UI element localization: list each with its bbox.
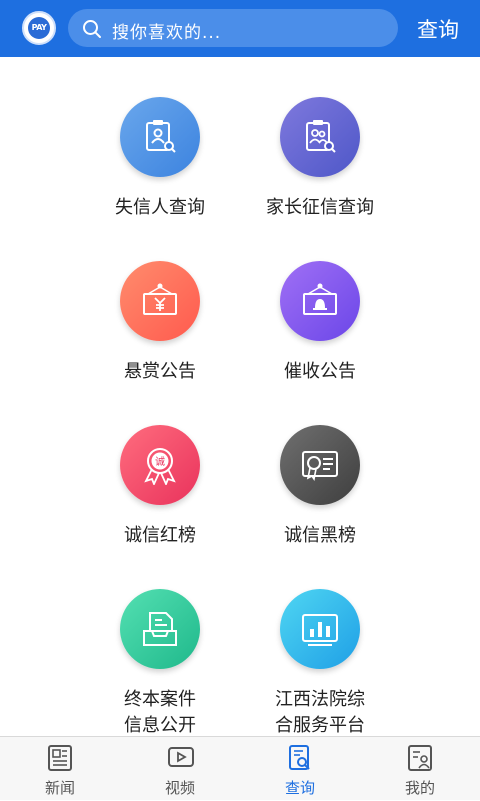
tab-label: 查询: [284, 779, 315, 797]
bottom-tab-bar: 新闻 视频 查询 我的: [0, 736, 480, 800]
menu-icon-circle: [280, 97, 360, 177]
menu-icon-circle: [280, 589, 360, 669]
menu-icon-circle: [280, 425, 360, 505]
menu-icon-circle: [280, 261, 360, 341]
search-placeholder: 搜你喜欢的...: [112, 23, 222, 43]
menu-label: 诚信黑榜: [284, 525, 356, 546]
family-badge-search-icon: [306, 120, 336, 153]
logo-text: PAY: [31, 23, 47, 32]
id-badge-search-icon: [146, 120, 176, 153]
top-bar: PAY 搜你喜欢的... 查询: [0, 0, 480, 57]
bell-sign-board-icon: [303, 283, 337, 315]
tab-label: 我的: [404, 779, 435, 797]
menu-icon-circle: [120, 261, 200, 341]
menu-icon-circle: [120, 589, 200, 669]
newspaper-icon: [48, 745, 72, 771]
menu-label: 催收公告: [284, 361, 356, 382]
honor-medal-icon: 诚: [144, 448, 176, 485]
query-button[interactable]: 查询: [410, 14, 466, 44]
tab-query[interactable]: 查询: [240, 737, 360, 801]
inbox-document-icon: [143, 612, 177, 646]
menu-label-multiline: 江西法院综 合服务平台: [240, 687, 400, 739]
menu-label: 诚信红榜: [124, 525, 196, 546]
svg-text:诚: 诚: [155, 456, 165, 468]
tab-news[interactable]: 新闻: [0, 737, 120, 801]
tab-label: 新闻: [44, 779, 75, 797]
search-input[interactable]: 搜你喜欢的...: [68, 9, 398, 47]
tab-video[interactable]: 视频: [120, 737, 240, 801]
service-grid: 失信人查询 家长征信查询 悬赏公告 催收公告 诚 诚信红榜 诚信黑榜 终本案件 …: [0, 57, 480, 736]
video-play-icon: [168, 747, 194, 767]
menu-icon-circle: 诚: [120, 425, 200, 505]
tab-mine[interactable]: 我的: [360, 737, 480, 801]
menu-label: 悬赏公告: [124, 361, 196, 382]
tab-label: 视频: [164, 779, 195, 797]
app-logo[interactable]: PAY: [22, 11, 56, 45]
certificate-seal-icon: [302, 451, 338, 482]
menu-label-multiline: 终本案件 信息公开: [80, 687, 240, 739]
bar-chart-board-icon: [302, 614, 338, 646]
profile-card-icon: [408, 745, 432, 771]
menu-label: 失信人查询: [115, 197, 205, 218]
yuan-sign-board-icon: [143, 283, 177, 315]
menu-icon-circle: [120, 97, 200, 177]
menu-label: 家长征信查询: [266, 197, 374, 218]
menu-label-line1: 终本案件: [124, 689, 196, 710]
menu-label-line1: 江西法院综: [275, 689, 365, 710]
document-search-icon: [289, 745, 310, 770]
search-icon: [83, 20, 101, 38]
